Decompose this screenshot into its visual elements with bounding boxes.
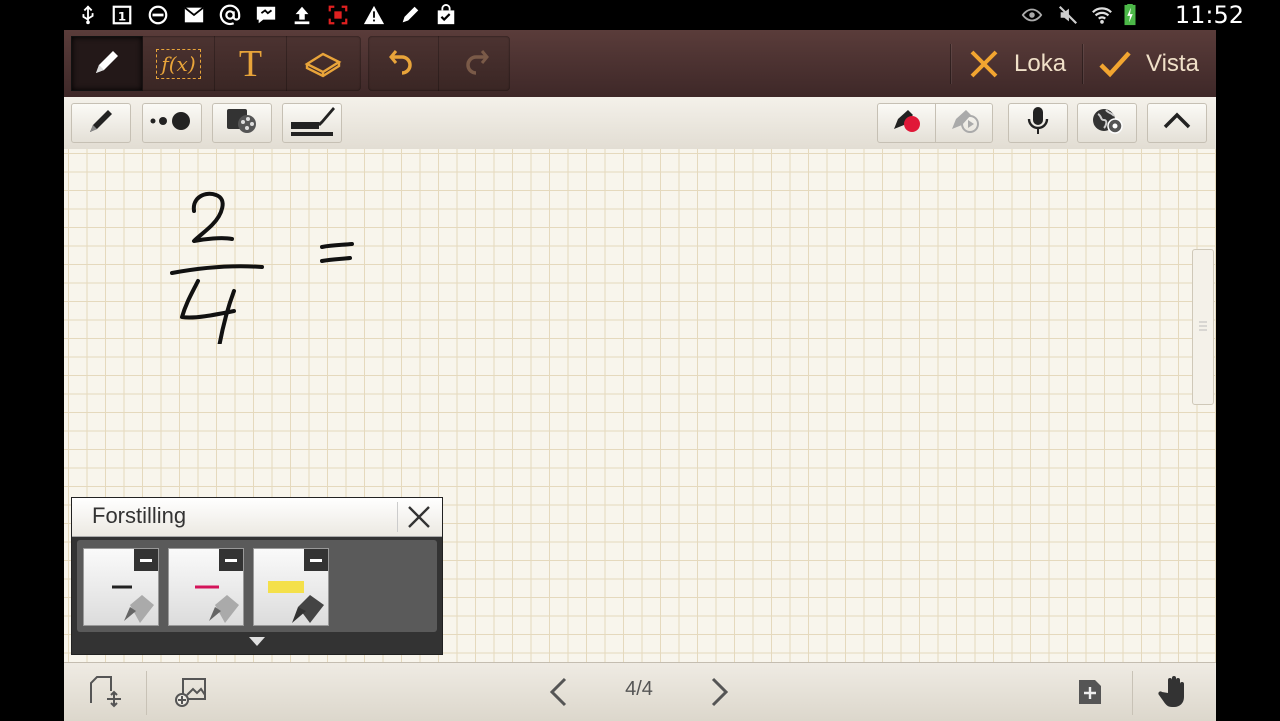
redo-icon: [460, 45, 490, 83]
calendar-icon: 1: [110, 3, 134, 27]
handwriting-fraction: [170, 191, 354, 344]
pen-icon: [91, 46, 123, 82]
collapse-toolbar-button[interactable]: [1147, 103, 1207, 143]
screenshot-icon: [326, 3, 350, 27]
pen-preset-pink[interactable]: [168, 548, 244, 626]
remove-preset-button[interactable]: [134, 549, 158, 571]
insert-image-button[interactable]: [164, 669, 218, 715]
upload-icon: [290, 3, 314, 27]
dnd-icon: [146, 3, 170, 27]
email-at-icon: [218, 3, 242, 27]
play-icon: [948, 107, 980, 139]
warning-icon: [362, 3, 386, 27]
pen-size-icon: [148, 111, 196, 135]
drawing-canvas[interactable]: Forstilling: [64, 149, 1216, 662]
separator: [146, 671, 147, 715]
globe-settings-icon: [1090, 106, 1124, 140]
page-indicator: 4/4: [625, 678, 653, 700]
voice-memo-button[interactable]: [1008, 103, 1068, 143]
pen-type-button[interactable]: [71, 103, 131, 143]
undo-icon: [388, 45, 418, 83]
insert-image-icon: [175, 678, 206, 707]
pen-color-button[interactable]: [212, 103, 272, 143]
chevron-right-icon: [711, 677, 729, 707]
top-toolbar: f(x) T Loka Vista: [64, 30, 1216, 98]
save-label: Vista: [1146, 50, 1199, 77]
pen-settings-toolbar: [64, 97, 1216, 150]
text-icon: T: [238, 42, 263, 85]
popup-header: Forstilling: [72, 498, 442, 537]
pen-preview-icon: [287, 104, 337, 142]
messenger-icon: [254, 3, 278, 27]
eraser-icon: [303, 46, 343, 82]
previous-page-button[interactable]: [544, 669, 574, 715]
separator: [1132, 671, 1133, 715]
formula-icon: f(x): [156, 48, 201, 79]
cancel-label: Loka: [1014, 50, 1067, 77]
battery-charging-icon: [1118, 3, 1142, 27]
separator: [950, 44, 951, 84]
save-button[interactable]: Vista: [1098, 42, 1199, 86]
undo-button[interactable]: [368, 36, 439, 91]
background-settings-button[interactable]: [1077, 103, 1137, 143]
minus-icon: [225, 558, 237, 562]
record-icon: [890, 107, 922, 139]
pen-presets-popup: Forstilling: [71, 497, 443, 655]
close-icon: [408, 506, 430, 528]
pen-preset-black[interactable]: [83, 548, 159, 626]
s-note-app: f(x) T Loka Vista Forstilling 4/4: [64, 30, 1216, 721]
expand-arrow-icon[interactable]: [249, 637, 265, 646]
remove-preset-button[interactable]: [219, 549, 243, 571]
chevron-up-icon: [1162, 111, 1192, 135]
gmail-icon: [182, 3, 206, 27]
minus-icon: [310, 558, 322, 562]
close-icon: [968, 48, 1000, 80]
status-bar: 1 11:52: [0, 0, 1280, 30]
remove-preset-button[interactable]: [304, 549, 328, 571]
wifi-icon: [1090, 3, 1114, 27]
move-page-button[interactable]: [78, 669, 132, 715]
separator: [1082, 44, 1083, 84]
pen-size-button[interactable]: [142, 103, 202, 143]
mute-icon: [1056, 3, 1080, 27]
play-drawing-button[interactable]: [936, 104, 993, 142]
record-drawing-button[interactable]: [878, 104, 936, 142]
preset-list: [77, 540, 437, 632]
popup-close-button[interactable]: [397, 502, 434, 532]
microphone-icon: [1026, 105, 1050, 141]
tool-group: f(x) T: [71, 36, 361, 91]
bottom-bar: 4/4: [64, 662, 1216, 721]
eraser-tool-button[interactable]: [287, 36, 359, 91]
clock: 11:52: [1174, 1, 1244, 29]
formula-tool-button[interactable]: f(x): [143, 36, 215, 91]
popup-title: Forstilling: [92, 503, 187, 528]
fountain-pen-icon: [84, 106, 118, 140]
minus-icon: [140, 558, 152, 562]
svg-text:1: 1: [118, 10, 126, 24]
redo-button[interactable]: [439, 36, 510, 91]
record-group: [877, 103, 993, 143]
eye-icon: [1020, 3, 1044, 27]
pen-preset-yellow-highlighter[interactable]: [253, 548, 329, 626]
color-palette-icon: [225, 106, 259, 140]
page-move-icon: [90, 676, 121, 708]
next-page-button[interactable]: [704, 669, 734, 715]
history-group: [368, 36, 510, 91]
check-icon: [1098, 48, 1132, 80]
pen-icon: [398, 3, 422, 27]
cancel-button[interactable]: Loka: [968, 42, 1066, 86]
hand-mode-button[interactable]: [1148, 669, 1198, 715]
pen-preview-button[interactable]: [282, 103, 342, 143]
scrollbar-grip-icon: [1199, 321, 1207, 331]
bag-check-icon: [434, 3, 458, 27]
chevron-left-icon: [549, 677, 567, 707]
vertical-scrollbar[interactable]: [1192, 249, 1214, 405]
usb-icon: [76, 3, 100, 27]
add-page-icon: [1079, 680, 1101, 704]
text-tool-button[interactable]: T: [215, 36, 287, 91]
hand-icon: [1158, 676, 1184, 707]
add-page-button[interactable]: [1068, 669, 1112, 715]
pen-tool-button[interactable]: [71, 36, 143, 91]
